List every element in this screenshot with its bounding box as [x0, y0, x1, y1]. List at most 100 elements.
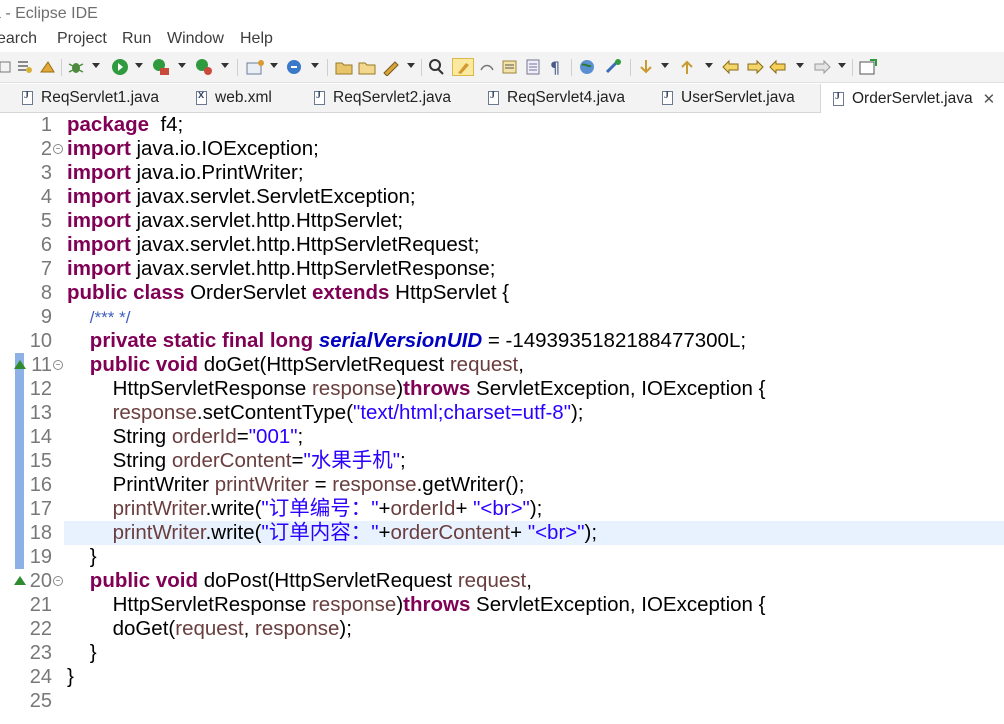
line-number: 17	[29, 498, 52, 520]
line-number: 19	[29, 546, 52, 568]
code-line[interactable]: /*** */	[67, 305, 131, 330]
code-line[interactable]: package f4;	[67, 113, 183, 137]
close-icon[interactable]: ✕	[983, 90, 996, 108]
code-line[interactable]: String orderContent="水果手机";	[67, 449, 406, 473]
code-line[interactable]: import javax.servlet.http.HttpServletReq…	[67, 233, 479, 257]
menu-window[interactable]: Window	[167, 28, 224, 50]
menu-help[interactable]: Help	[240, 28, 273, 50]
line-number: 21	[29, 594, 52, 616]
bug-debug-icon[interactable]	[66, 58, 86, 76]
code-line[interactable]: private static final long serialVersionU…	[67, 329, 746, 353]
code-line[interactable]: PrintWriter printWriter = response.getWr…	[67, 473, 525, 497]
code-line[interactable]: HttpServletResponse response)throws Serv…	[67, 593, 766, 617]
next-annotation-icon[interactable]	[636, 58, 656, 76]
line-number: 15	[29, 450, 52, 472]
back-icon[interactable]	[768, 58, 788, 76]
forward-icon[interactable]	[812, 58, 832, 76]
tab-label: ReqServlet1.java	[41, 89, 160, 106]
line-number: 1	[40, 114, 52, 136]
override-marker-icon[interactable]	[14, 360, 26, 369]
coverage-icon[interactable]	[151, 58, 171, 76]
line-number: 5	[40, 210, 52, 232]
main-toolbar: ¶	[0, 52, 1004, 83]
menu-bar: earch Project Run Window Help	[0, 28, 1004, 50]
code-line[interactable]: }	[67, 665, 74, 689]
back-edit-icon[interactable]	[720, 58, 742, 76]
xml-file-icon	[196, 89, 207, 105]
tab-web-xml[interactable]: web.xml	[196, 84, 272, 112]
line-number: 20	[29, 570, 52, 592]
fold-toggle-icon[interactable]: −	[53, 144, 63, 154]
code-line[interactable]: import java.io.PrintWriter;	[67, 161, 304, 185]
tab-label: UserServlet.java	[681, 89, 795, 106]
title-bar: a - Eclipse IDE	[0, 0, 1004, 28]
build-icon[interactable]	[38, 58, 58, 76]
line-number: 9	[40, 306, 52, 328]
perspective-icon[interactable]	[858, 58, 878, 76]
code-line[interactable]: }	[67, 545, 97, 569]
code-line[interactable]: import java.io.IOException;	[67, 137, 319, 161]
forward-edit-icon[interactable]	[744, 58, 766, 76]
search-icon[interactable]	[427, 58, 447, 76]
code-line[interactable]: public void doGet(HttpServletRequest req…	[67, 353, 524, 377]
menu-run[interactable]: Run	[122, 28, 151, 50]
code-line[interactable]: public class OrderServlet extends HttpSe…	[67, 281, 509, 305]
code-line[interactable]: printWriter.write("订单内容："+orderContent+ …	[67, 521, 598, 545]
tab-orderservlet[interactable]: OrderServlet.java ✕	[820, 84, 1004, 113]
code-line[interactable]: response.setContentType("text/html;chars…	[67, 401, 584, 425]
open-type-icon[interactable]	[0, 58, 12, 76]
line-number: 23	[29, 642, 52, 664]
tab-reqservlet2[interactable]: ReqServlet2.java	[314, 84, 451, 112]
java-file-icon	[833, 91, 844, 106]
paragraph-icon[interactable]: ¶	[547, 58, 565, 76]
open-folder-icon[interactable]	[334, 58, 354, 76]
block-icon[interactable]	[500, 58, 520, 76]
code-line[interactable]: String orderId="001";	[67, 425, 304, 449]
code-line[interactable]: import javax.servlet.http.HttpServlet;	[67, 209, 403, 233]
skip-breakpoints-icon[interactable]	[16, 58, 34, 76]
pin-icon[interactable]	[452, 58, 474, 76]
menu-project[interactable]: Project	[57, 28, 107, 50]
line-number: 13	[29, 402, 52, 424]
code-line[interactable]: HttpServletResponse response)throws Serv…	[67, 377, 766, 401]
code-editor[interactable]: 1 package f4; 2− import java.io.IOException…	[0, 113, 1004, 724]
tab-label: ReqServlet2.java	[333, 89, 452, 106]
tab-label: OrderServlet.java	[852, 89, 973, 107]
line-number: 4	[40, 186, 52, 208]
code-line[interactable]: import javax.servlet.ServletException;	[67, 185, 416, 209]
override-marker-icon[interactable]	[14, 576, 26, 585]
line-number: 16	[29, 474, 52, 496]
new-class-icon[interactable]	[285, 58, 305, 76]
globe-icon[interactable]	[577, 58, 597, 76]
line-number: 6	[40, 234, 52, 256]
fold-toggle-icon[interactable]: −	[53, 360, 63, 370]
menu-search[interactable]: earch	[0, 28, 37, 50]
code-line[interactable]: import javax.servlet.http.HttpServletRes…	[67, 257, 495, 281]
open-resource-icon[interactable]	[357, 58, 377, 76]
code-line[interactable]: printWriter.write("订单编号："+orderId+ "<br>…	[67, 497, 543, 521]
line-number: 2	[40, 138, 52, 160]
line-number: 25	[29, 690, 52, 712]
tab-reqservlet4[interactable]: ReqServlet4.java	[488, 84, 625, 112]
show-whitespace-icon[interactable]	[524, 58, 542, 76]
tool-icon[interactable]	[603, 58, 625, 76]
line-number: 10	[29, 330, 52, 352]
fold-toggle-icon[interactable]: −	[53, 576, 63, 586]
pencil-icon[interactable]	[381, 58, 403, 76]
tab-reqservlet1[interactable]: ReqServlet1.java	[22, 84, 159, 112]
line-number: 7	[40, 258, 52, 280]
line-number: 11	[31, 354, 52, 376]
edit-icon[interactable]	[478, 58, 496, 76]
code-line[interactable]: }	[67, 641, 97, 665]
tab-label: web.xml	[215, 89, 272, 106]
tab-label: ReqServlet4.java	[507, 89, 626, 106]
code-line[interactable]: public void doPost(HttpServletRequest re…	[67, 569, 532, 593]
code-line[interactable]: doGet(request, response);	[67, 617, 352, 641]
new-java-project-icon[interactable]	[245, 58, 267, 76]
tab-userservlet[interactable]: UserServlet.java	[662, 84, 795, 112]
prev-annotation-icon[interactable]	[677, 58, 697, 76]
java-file-icon	[488, 90, 499, 105]
external-tools-icon[interactable]	[194, 58, 214, 76]
line-number: 22	[29, 618, 52, 640]
run-icon[interactable]	[110, 58, 130, 76]
